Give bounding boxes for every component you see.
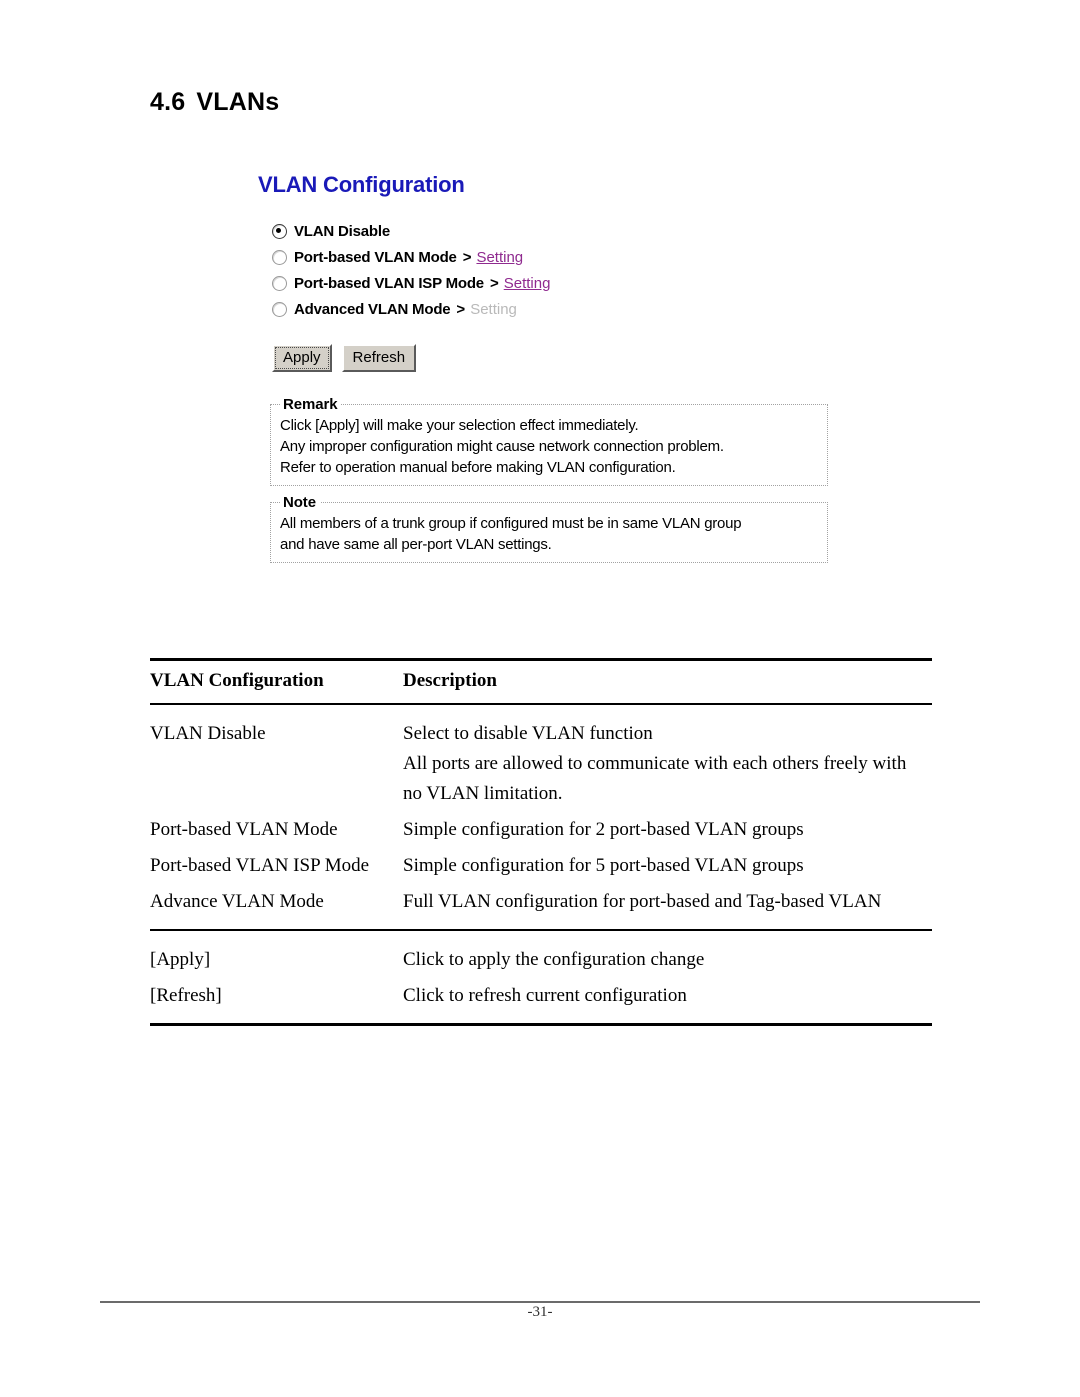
- radio-button-port-based-vlan-mode[interactable]: [272, 249, 287, 265]
- row-desc-line: All ports are allowed to communicate wit…: [403, 753, 907, 774]
- radio-button-port-based-vlan-isp-mode[interactable]: [272, 275, 287, 291]
- row-desc-port-based-vlan-isp-mode: Simple configuration for 5 port-based VL…: [403, 855, 804, 876]
- row-desc-line: no VLAN limitation.: [403, 783, 563, 804]
- form-button-row: Apply Refresh: [272, 344, 828, 372]
- setting-link-port-based-vlan-isp-mode[interactable]: Setting: [504, 275, 551, 292]
- table-row: VLAN Disable Select to disable VLAN func…: [150, 705, 932, 809]
- arrow-separator: >: [456, 300, 466, 318]
- radio-option-advanced-vlan-mode[interactable]: Advanced VLAN Mode > Setting: [272, 296, 828, 322]
- row-name-apply: [Apply]: [150, 949, 211, 970]
- table-row: Advance VLAN Mode Full VLAN configuratio…: [150, 881, 932, 929]
- row-name-vlan-disable: VLAN Disable: [150, 723, 266, 744]
- table-bottom-rule: [150, 1023, 932, 1026]
- remark-line-2: Any improper configuration might cause n…: [280, 438, 724, 455]
- refresh-button[interactable]: Refresh: [341, 344, 417, 372]
- row-desc-apply: Click to apply the configuration change: [403, 949, 705, 970]
- setting-link-advanced-vlan-mode-disabled: Setting: [470, 300, 517, 318]
- section-number: 4.6: [150, 88, 186, 116]
- footer-divider: [100, 1301, 980, 1303]
- row-desc-refresh: Click to refresh current configuration: [403, 985, 687, 1006]
- note-legend: Note: [283, 494, 316, 511]
- arrow-separator: >: [462, 248, 472, 266]
- vlan-configuration-heading: VLAN Configuration: [258, 172, 465, 197]
- table-row: [Refresh] Click to refresh current confi…: [150, 975, 932, 1023]
- table-body-actions: [Apply] Click to apply the configuration…: [150, 931, 932, 1023]
- row-name-refresh: [Refresh]: [150, 985, 222, 1006]
- section-title: VLANs: [196, 88, 280, 116]
- apply-button[interactable]: Apply: [272, 344, 332, 372]
- radio-button-advanced-vlan-mode[interactable]: [272, 301, 287, 317]
- note-line-2: and have same all per-port VLAN settings…: [280, 536, 552, 553]
- setting-link-port-based-vlan-mode[interactable]: Setting: [476, 249, 523, 266]
- note-line-1: All members of a trunk group if configur…: [280, 515, 742, 532]
- table-body-modes: VLAN Disable Select to disable VLAN func…: [150, 705, 932, 929]
- embedded-web-ui-screenshot: VLAN Configuration VLAN Disable Port-bas…: [258, 172, 828, 563]
- radio-option-port-based-vlan-isp-mode[interactable]: Port-based VLAN ISP Mode > Setting: [272, 270, 828, 296]
- radio-button-vlan-disable[interactable]: [272, 223, 287, 239]
- row-name-port-based-vlan-mode: Port-based VLAN Mode: [150, 819, 338, 840]
- table-header-block: VLAN Configuration Description: [150, 661, 932, 703]
- remark-legend: Remark: [283, 396, 338, 413]
- radio-option-port-based-vlan-mode[interactable]: Port-based VLAN Mode > Setting: [272, 244, 828, 270]
- arrow-separator: >: [489, 274, 499, 292]
- page-number: -31-: [527, 1304, 553, 1320]
- column-header-description: Description: [403, 670, 497, 691]
- table-row: Port-based VLAN ISP Mode Simple configur…: [150, 845, 932, 881]
- row-name-port-based-vlan-isp-mode: Port-based VLAN ISP Mode: [150, 855, 370, 876]
- page-title: 4.6 VLANs: [150, 88, 279, 117]
- table-row: [Apply] Click to apply the configuration…: [150, 931, 932, 975]
- radio-label-port-based-vlan-isp-mode: Port-based VLAN ISP Mode: [294, 274, 484, 292]
- radio-label-port-based-vlan-mode: Port-based VLAN Mode: [294, 248, 457, 266]
- row-desc-vlan-disable: Select to disable VLAN function All port…: [403, 705, 932, 809]
- row-desc-line: Select to disable VLAN function: [403, 723, 653, 744]
- row-name-advance-vlan-mode: Advance VLAN Mode: [150, 891, 324, 912]
- column-header-vlan-configuration: VLAN Configuration: [150, 670, 324, 691]
- note-fieldset: Note All members of a trunk group if con…: [270, 494, 828, 563]
- row-desc-port-based-vlan-mode: Simple configuration for 2 port-based VL…: [403, 819, 804, 840]
- row-desc-advance-vlan-mode: Full VLAN configuration for port-based a…: [403, 891, 882, 912]
- table-header-row: VLAN Configuration Description: [150, 661, 932, 703]
- radio-option-vlan-disable[interactable]: VLAN Disable: [272, 218, 828, 244]
- remark-line-1: Click [Apply] will make your selection e…: [280, 417, 639, 434]
- remark-line-3: Refer to operation manual before making …: [280, 459, 676, 476]
- table-row: Port-based VLAN Mode Simple configuratio…: [150, 809, 932, 845]
- vlan-configuration-description-table: VLAN Configuration Description VLAN Disa…: [150, 658, 932, 1026]
- radio-label-vlan-disable: VLAN Disable: [294, 222, 390, 240]
- vlan-mode-radio-group: VLAN Disable Port-based VLAN Mode > Sett…: [272, 218, 828, 322]
- radio-label-advanced-vlan-mode: Advanced VLAN Mode: [294, 300, 451, 318]
- remark-fieldset: Remark Click [Apply] will make your sele…: [270, 396, 828, 486]
